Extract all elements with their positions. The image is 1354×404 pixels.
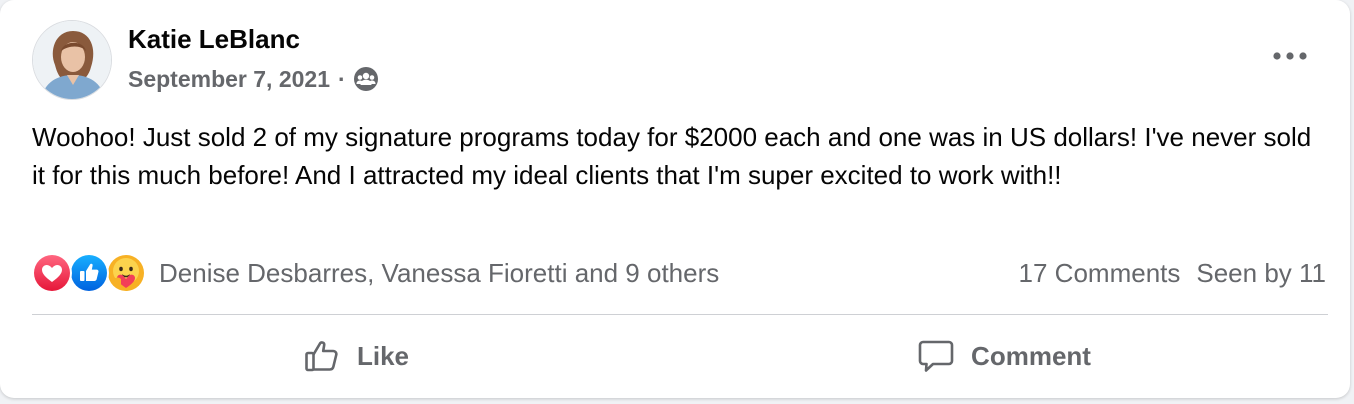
avatar[interactable]	[32, 20, 112, 100]
divider	[32, 314, 1328, 315]
author-name[interactable]: Katie LeBlanc	[128, 24, 300, 55]
post-stats: 17 Comments Seen by 11	[1019, 258, 1326, 289]
post-actions: Like Comment	[32, 322, 1328, 390]
more-dots-icon	[1273, 52, 1307, 60]
post-card: Katie LeBlanc September 7, 2021 · Woohoo…	[0, 0, 1350, 398]
seen-by-count[interactable]: Seen by 11	[1196, 258, 1326, 289]
comment-bubble-icon	[917, 337, 955, 375]
post-date[interactable]: September 7, 2021	[128, 66, 330, 93]
comments-count[interactable]: 17 Comments	[1019, 258, 1181, 289]
love-reaction-icon	[32, 253, 72, 293]
thumbs-up-icon	[303, 337, 341, 375]
reactions-row: Denise Desbarres, Vanessa Fioretti and 9…	[32, 251, 1328, 295]
group-icon	[353, 66, 379, 92]
like-button-label: Like	[356, 340, 410, 371]
reactor-names[interactable]: Denise Desbarres, Vanessa Fioretti and 9…	[159, 258, 719, 289]
comment-button-label: Comment	[971, 340, 1091, 371]
post-meta: September 7, 2021 ·	[128, 64, 379, 94]
like-button[interactable]: Like	[32, 322, 680, 390]
reaction-icons[interactable]	[32, 253, 148, 293]
more-options-button[interactable]	[1270, 38, 1310, 74]
avatar-photo	[33, 21, 111, 99]
meta-separator: ·	[338, 65, 346, 92]
comment-button[interactable]: Comment	[680, 322, 1328, 390]
post-text: Woohoo! Just sold 2 of my signature prog…	[32, 122, 1312, 190]
like-reaction-icon	[69, 253, 109, 293]
care-reaction-icon	[106, 253, 146, 293]
